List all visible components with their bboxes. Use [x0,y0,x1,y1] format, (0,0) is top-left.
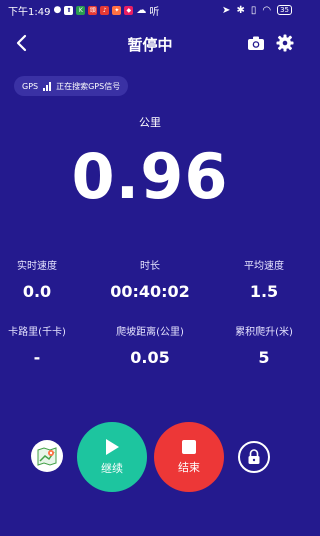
map-icon [37,447,57,466]
climb-distance-value: 0.05 [130,348,170,367]
play-icon [106,439,119,455]
average-speed-value: 1.5 [249,282,279,301]
stat-average-speed: 平均速度 1.5 [214,257,314,301]
realtime-speed-value: 0.0 [22,282,52,301]
status-tail-text: 听 [149,6,160,18]
duration-value: 00:40:02 [110,282,190,301]
end-label: 结束 [178,461,200,474]
lock-icon [248,449,260,464]
gps-status-text: 正在搜索GPS信号 [56,81,121,91]
map-button[interactable] [31,440,63,472]
stat-climb-distance: 爬坡距离(公里) 0.05 [100,323,200,367]
status-left: 下午1:49 ● ⬆ K 頭 ♪ ✦ ◆ ☁ 听 [8,3,159,18]
gps-prefix: GPS [22,81,39,91]
location-icon: ➤ [222,4,231,16]
app-red-icon-2: ♪ [100,5,110,15]
app-orange-icon: ✦ [112,5,122,15]
battery-icon: 35 [277,5,292,15]
wifi-icon: ◠ [262,4,272,16]
status-bar: 下午1:49 ● ⬆ K 頭 ♪ ✦ ◆ ☁ 听 ➤ ✱ ▯ ◠ 35 [0,0,300,20]
app-pink-icon: ◆ [124,5,134,15]
continue-label: 继续 [101,462,123,475]
bluetooth-icon: ✱ [236,4,245,16]
stop-icon [182,440,196,454]
end-button[interactable]: 结束 [154,422,224,492]
gear-icon[interactable] [276,34,294,52]
stat-duration: 时长 00:40:02 [100,257,200,301]
vibrate-icon: ▯ [250,4,257,16]
elevation-gain-label: 累积爬升(米) [235,327,293,338]
gps-status-badge: GPS 正在搜索GPS信号 [14,76,129,96]
app-red-icon: 頭 [88,5,98,15]
title-bar: 暂停中 [0,30,300,56]
upload-icon: ⬆ [64,5,74,15]
duration-label: 时长 [140,261,160,272]
camera-icon[interactable] [247,35,265,51]
average-speed-label: 平均速度 [244,261,284,272]
distance-value: 0.96 [71,140,229,213]
cloud-icon: ☁ [136,4,147,16]
calories-label: 卡路里(千卡) [8,327,66,338]
realtime-speed-label: 实时速度 [17,261,57,272]
wechat-icon: ● [53,5,62,15]
stat-elevation-gain: 累积爬升(米) 5 [214,323,314,367]
lock-button[interactable] [238,441,270,473]
elevation-gain-value: 5 [258,348,270,367]
continue-button[interactable]: 继续 [77,422,147,492]
keep-app-icon: K [76,5,86,15]
stat-calories: 卡路里(千卡) - [0,323,87,367]
status-right: ➤ ✱ ▯ ◠ 35 [222,5,292,16]
status-time: 下午1:49 [8,6,51,18]
signal-bars-icon [43,81,52,91]
distance-unit-label: 公里 [139,116,161,129]
stat-realtime-speed: 实时速度 0.0 [0,257,87,301]
calories-value: - [33,348,41,367]
climb-distance-label: 爬坡距离(公里) [116,327,184,338]
